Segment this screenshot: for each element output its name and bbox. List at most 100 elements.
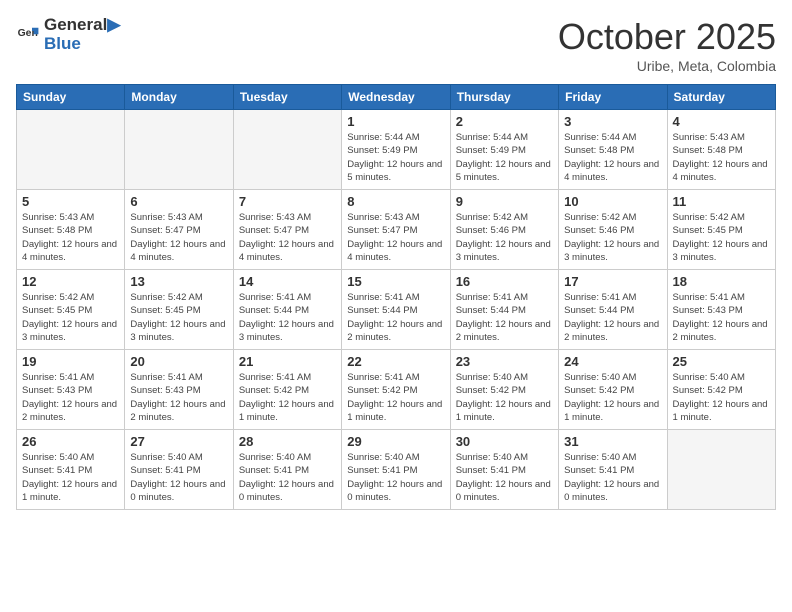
calendar-cell: 14Sunrise: 5:41 AMSunset: 5:44 PMDayligh… xyxy=(233,270,341,350)
day-number: 18 xyxy=(673,274,770,289)
calendar-cell xyxy=(233,110,341,190)
title-block: October 2025 Uribe, Meta, Colombia xyxy=(558,16,776,74)
calendar-cell: 15Sunrise: 5:41 AMSunset: 5:44 PMDayligh… xyxy=(342,270,450,350)
day-number: 28 xyxy=(239,434,336,449)
calendar-cell: 1 Sunrise: 5:44 AMSunset: 5:49 PMDaylight… xyxy=(342,110,450,190)
week-row-1: 1 Sunrise: 5:44 AMSunset: 5:49 PMDaylight… xyxy=(17,110,776,190)
calendar-cell: 28 Sunrise: 5:40 AMSunset: 5:41 PMDayligh… xyxy=(233,430,341,510)
logo-general-text: General▶ xyxy=(44,16,120,35)
day-info: Sunrise: 5:42 AMSunset: 5:46 PMDaylight:… xyxy=(564,211,661,264)
day-info: Sunrise: 5:40 AMSunset: 5:41 PMDaylight:… xyxy=(347,451,444,504)
day-number: 20 xyxy=(130,354,227,369)
day-number: 19 xyxy=(22,354,119,369)
calendar-cell: 3 Sunrise: 5:44 AMSunset: 5:48 PMDaylight… xyxy=(559,110,667,190)
day-info: Sunrise: 5:41 AMSunset: 5:44 PMDaylight:… xyxy=(564,291,661,344)
day-number: 22 xyxy=(347,354,444,369)
day-number: 1 xyxy=(347,114,444,129)
day-info: Sunrise: 5:44 AMSunset: 5:49 PMDaylight:… xyxy=(347,131,444,184)
calendar-cell xyxy=(125,110,233,190)
day-number: 12 xyxy=(22,274,119,289)
week-row-4: 19 Sunrise: 5:41 AMSunset: 5:43 PMDayligh… xyxy=(17,350,776,430)
day-number: 23 xyxy=(456,354,553,369)
day-info: Sunrise: 5:41 AMSunset: 5:43 PMDaylight:… xyxy=(673,291,770,344)
day-info: Sunrise: 5:41 AMSunset: 5:43 PMDaylight:… xyxy=(130,371,227,424)
calendar-cell: 6 Sunrise: 5:43 AMSunset: 5:47 PMDaylight… xyxy=(125,190,233,270)
day-info: Sunrise: 5:40 AMSunset: 5:41 PMDaylight:… xyxy=(130,451,227,504)
day-number: 4 xyxy=(673,114,770,129)
logo-icon: Gen xyxy=(16,23,40,47)
weekday-header-friday: Friday xyxy=(559,85,667,110)
day-info: Sunrise: 5:40 AMSunset: 5:42 PMDaylight:… xyxy=(456,371,553,424)
weekday-header-tuesday: Tuesday xyxy=(233,85,341,110)
calendar-cell: 12 Sunrise: 5:42 AMSunset: 5:45 PMDayligh… xyxy=(17,270,125,350)
calendar-cell: 5 Sunrise: 5:43 AMSunset: 5:48 PMDaylight… xyxy=(17,190,125,270)
calendar-cell: 21Sunrise: 5:41 AMSunset: 5:42 PMDayligh… xyxy=(233,350,341,430)
logo-blue-text: Blue xyxy=(44,35,120,54)
day-number: 24 xyxy=(564,354,661,369)
day-number: 9 xyxy=(456,194,553,209)
calendar-cell: 26 Sunrise: 5:40 AMSunset: 5:41 PMDayligh… xyxy=(17,430,125,510)
calendar-cell: 23 Sunrise: 5:40 AMSunset: 5:42 PMDayligh… xyxy=(450,350,558,430)
day-number: 17 xyxy=(564,274,661,289)
calendar-cell: 25Sunrise: 5:40 AMSunset: 5:42 PMDayligh… xyxy=(667,350,775,430)
calendar-cell: 31 Sunrise: 5:40 AMSunset: 5:41 PMDayligh… xyxy=(559,430,667,510)
calendar-cell: 29 Sunrise: 5:40 AMSunset: 5:41 PMDayligh… xyxy=(342,430,450,510)
day-number: 31 xyxy=(564,434,661,449)
day-info: Sunrise: 5:41 AMSunset: 5:43 PMDaylight:… xyxy=(22,371,119,424)
day-number: 29 xyxy=(347,434,444,449)
day-number: 30 xyxy=(456,434,553,449)
calendar-cell xyxy=(17,110,125,190)
calendar-cell: 2Sunrise: 5:44 AMSunset: 5:49 PMDaylight… xyxy=(450,110,558,190)
day-number: 6 xyxy=(130,194,227,209)
day-info: Sunrise: 5:44 AMSunset: 5:49 PMDaylight:… xyxy=(456,131,553,184)
weekday-header-row: SundayMondayTuesdayWednesdayThursdayFrid… xyxy=(17,85,776,110)
day-number: 5 xyxy=(22,194,119,209)
week-row-5: 26 Sunrise: 5:40 AMSunset: 5:41 PMDayligh… xyxy=(17,430,776,510)
calendar-cell: 27 Sunrise: 5:40 AMSunset: 5:41 PMDayligh… xyxy=(125,430,233,510)
day-info: Sunrise: 5:42 AMSunset: 5:45 PMDaylight:… xyxy=(130,291,227,344)
weekday-header-thursday: Thursday xyxy=(450,85,558,110)
day-info: Sunrise: 5:42 AMSunset: 5:45 PMDaylight:… xyxy=(673,211,770,264)
day-number: 10 xyxy=(564,194,661,209)
day-number: 25 xyxy=(673,354,770,369)
week-row-2: 5 Sunrise: 5:43 AMSunset: 5:48 PMDaylight… xyxy=(17,190,776,270)
week-row-3: 12 Sunrise: 5:42 AMSunset: 5:45 PMDayligh… xyxy=(17,270,776,350)
calendar-cell: 19 Sunrise: 5:41 AMSunset: 5:43 PMDayligh… xyxy=(17,350,125,430)
day-info: Sunrise: 5:43 AMSunset: 5:47 PMDaylight:… xyxy=(130,211,227,264)
day-number: 26 xyxy=(22,434,119,449)
location-text: Uribe, Meta, Colombia xyxy=(558,58,776,74)
calendar-table: SundayMondayTuesdayWednesdayThursdayFrid… xyxy=(16,84,776,510)
day-info: Sunrise: 5:40 AMSunset: 5:42 PMDaylight:… xyxy=(564,371,661,424)
day-info: Sunrise: 5:40 AMSunset: 5:41 PMDaylight:… xyxy=(456,451,553,504)
calendar-cell: 10 Sunrise: 5:42 AMSunset: 5:46 PMDayligh… xyxy=(559,190,667,270)
calendar-cell: 17 Sunrise: 5:41 AMSunset: 5:44 PMDayligh… xyxy=(559,270,667,350)
day-info: Sunrise: 5:43 AMSunset: 5:47 PMDaylight:… xyxy=(347,211,444,264)
day-info: Sunrise: 5:43 AMSunset: 5:48 PMDaylight:… xyxy=(22,211,119,264)
day-info: Sunrise: 5:42 AMSunset: 5:45 PMDaylight:… xyxy=(22,291,119,344)
month-title: October 2025 xyxy=(558,16,776,58)
day-number: 7 xyxy=(239,194,336,209)
calendar-cell: 4 Sunrise: 5:43 AMSunset: 5:48 PMDaylight… xyxy=(667,110,775,190)
day-info: Sunrise: 5:40 AMSunset: 5:41 PMDaylight:… xyxy=(564,451,661,504)
day-number: 3 xyxy=(564,114,661,129)
day-number: 27 xyxy=(130,434,227,449)
day-number: 16 xyxy=(456,274,553,289)
day-number: 13 xyxy=(130,274,227,289)
day-number: 15 xyxy=(347,274,444,289)
calendar-cell: 11Sunrise: 5:42 AMSunset: 5:45 PMDayligh… xyxy=(667,190,775,270)
weekday-header-saturday: Saturday xyxy=(667,85,775,110)
day-info: Sunrise: 5:41 AMSunset: 5:44 PMDaylight:… xyxy=(456,291,553,344)
day-info: Sunrise: 5:41 AMSunset: 5:42 PMDaylight:… xyxy=(239,371,336,424)
day-info: Sunrise: 5:41 AMSunset: 5:42 PMDaylight:… xyxy=(347,371,444,424)
calendar-cell: 8Sunrise: 5:43 AMSunset: 5:47 PMDaylight… xyxy=(342,190,450,270)
calendar-cell: 20 Sunrise: 5:41 AMSunset: 5:43 PMDayligh… xyxy=(125,350,233,430)
day-info: Sunrise: 5:43 AMSunset: 5:48 PMDaylight:… xyxy=(673,131,770,184)
calendar-cell: 13 Sunrise: 5:42 AMSunset: 5:45 PMDayligh… xyxy=(125,270,233,350)
calendar-cell: 30 Sunrise: 5:40 AMSunset: 5:41 PMDayligh… xyxy=(450,430,558,510)
day-info: Sunrise: 5:40 AMSunset: 5:41 PMDaylight:… xyxy=(22,451,119,504)
page-header: Gen General▶ Blue October 2025 Uribe, Me… xyxy=(16,16,776,74)
day-info: Sunrise: 5:44 AMSunset: 5:48 PMDaylight:… xyxy=(564,131,661,184)
logo: Gen General▶ Blue xyxy=(16,16,120,53)
day-info: Sunrise: 5:40 AMSunset: 5:41 PMDaylight:… xyxy=(239,451,336,504)
day-info: Sunrise: 5:41 AMSunset: 5:44 PMDaylight:… xyxy=(239,291,336,344)
